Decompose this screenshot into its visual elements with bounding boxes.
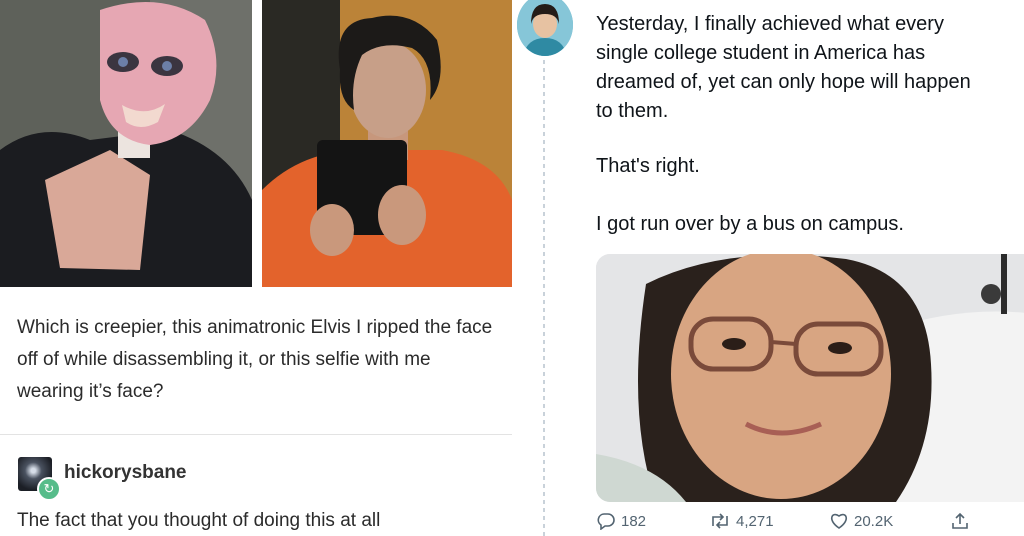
like-count: 20.2K <box>854 512 894 530</box>
retweet-count: 4,271 <box>736 512 774 530</box>
tweet-line: single college student in America has <box>596 42 926 64</box>
tweet-paragraph: That's right. <box>596 155 700 177</box>
retweet-button[interactable]: 4,271 <box>709 512 774 530</box>
tweet: Yesterday, I finally achieved what every… <box>512 0 1024 536</box>
share-icon <box>950 512 970 530</box>
tweet-photo[interactable] <box>596 254 1024 502</box>
retweet-icon <box>709 512 731 530</box>
tweet-paragraph: I got run over by a bus on campus. <box>596 213 904 235</box>
reply-button[interactable]: 182 <box>596 512 646 530</box>
animatronic-photo[interactable] <box>0 0 252 287</box>
divider <box>0 434 512 435</box>
like-icon <box>829 512 849 530</box>
share-button[interactable] <box>950 512 970 530</box>
avatar[interactable] <box>517 0 573 56</box>
reply-icon <box>596 512 616 530</box>
post-caption: Which is creepier, this animatronic Elvi… <box>17 317 493 402</box>
selfie-photo[interactable] <box>262 0 512 287</box>
tweet-line: Yesterday, I finally achieved what every <box>596 13 944 35</box>
like-button[interactable]: 20.2K <box>829 512 893 530</box>
tweet-body: Yesterday, I finally achieved what every… <box>596 10 1024 126</box>
tweet-actions: 182 4,271 20.2K <box>596 512 1024 536</box>
tweet-line: to them. <box>596 100 669 122</box>
reply-username[interactable]: hickorysbane <box>64 462 187 484</box>
reply-text: The fact that you thought of doing this … <box>17 510 381 531</box>
thread-line <box>543 60 545 536</box>
reblog-icon: ↻ <box>37 477 61 501</box>
reply-count: 182 <box>621 512 647 530</box>
tumblr-post: Which is creepier, this animatronic Elvi… <box>0 0 512 536</box>
tweet-line: dreamed of, yet can only hope will happe… <box>596 71 971 93</box>
